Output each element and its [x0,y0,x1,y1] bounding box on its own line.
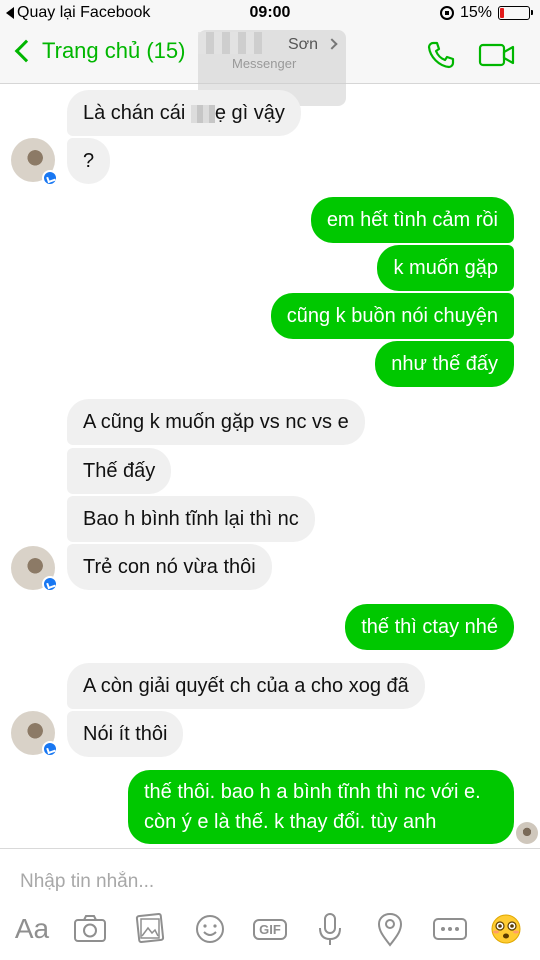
censored-word [190,104,215,123]
microphone-icon[interactable] [312,909,348,949]
message-text: ? [83,150,95,172]
camera-icon[interactable] [72,909,108,949]
text-format-icon[interactable]: Aa [12,909,52,949]
message-input[interactable] [20,867,520,897]
message-text: ẹ gì vậy [214,102,285,124]
gif-icon[interactable]: GIF [252,909,288,949]
outgoing-message[interactable]: thế thôi. bao h a bình tĩnh thì nc với e… [128,770,514,844]
message-text: A còn giải quyết ch của a cho xog đã [83,675,409,697]
aa-label: Aa [14,913,50,944]
message-text: thế thì ctay nhé [361,616,498,638]
incoming-message[interactable]: Trẻ con nó vừa thôi [67,544,272,590]
incoming-message[interactable]: Bao h bình tĩnh lại thì nc [67,496,315,542]
outgoing-message[interactable]: em hết tình cảm rồi [310,197,514,243]
message-text: A cũng k muốn gặp vs nc vs e [83,411,349,433]
message-text: k muốn gặp [393,257,498,279]
gif-label: GIF [253,918,287,940]
photo-icon[interactable] [132,909,168,949]
orientation-lock-icon [439,6,454,20]
incoming-message[interactable]: Thế đấy [67,448,172,494]
composer-toolbar: Aa GIF [0,909,540,951]
outgoing-message[interactable]: k muốn gặp [377,245,514,291]
more-icon[interactable] [432,909,468,949]
messenger-badge-icon [42,576,58,592]
sticker-icon[interactable] [192,909,228,949]
conversation-header: Trang chủ (15) Sơn Messenger [0,28,540,106]
messenger-badge-icon [42,741,58,757]
incoming-message[interactable]: Là chán cái ẹ gì vậy [67,90,301,136]
video-call-icon[interactable] [478,42,516,68]
message-text: cũng k buồn nói chuyện [286,305,498,327]
message-text: Nói ít thôi [83,723,168,745]
emoji-icon[interactable] [488,909,524,949]
phone-call-icon[interactable] [426,40,456,70]
battery-icon [498,6,533,20]
redacted-name [198,32,262,54]
location-icon[interactable] [372,909,408,949]
message-text: còn ý e là thế. k thay đổi. tùy anh [144,811,437,833]
outgoing-message[interactable]: thế thì ctay nhé [345,604,514,650]
message-text: Là chán cái [83,102,186,124]
back-button[interactable]: Trang chủ (15) [14,38,185,64]
chevron-left-icon [14,39,38,63]
back-label: Trang chủ (15) [42,38,186,63]
contact-name: Sơn [288,36,319,53]
message-text: Thế đấy [83,460,156,482]
contact-subtitle: Messenger [232,56,297,71]
read-receipt-avatar [516,822,538,844]
incoming-message[interactable]: A còn giải quyết ch của a cho xog đã [67,663,425,709]
incoming-message[interactable]: ? [67,138,111,184]
incoming-message[interactable]: Nói ít thôi [67,711,184,757]
message-text: Trẻ con nó vừa thôi [83,556,256,578]
status-bar: Quay lại Facebook 09:00 15% [0,0,540,28]
message-list[interactable]: Là chán cái ẹ gì vậy ? em hết tình cảm r… [0,84,540,848]
composer: Aa GIF [0,848,540,960]
outgoing-message[interactable]: cũng k buồn nói chuyện [270,293,514,339]
message-text: Bao h bình tĩnh lại thì nc [83,508,299,530]
battery-percent: 15% [459,4,492,21]
message-text: như thế đấy [391,353,498,375]
message-text: thế thôi. bao h a bình tĩnh thì nc với e… [144,781,481,803]
outgoing-message[interactable]: như thế đấy [375,341,514,387]
incoming-message[interactable]: A cũng k muốn gặp vs nc vs e [67,399,365,445]
messenger-badge-icon [42,170,58,186]
message-text: em hết tình cảm rồi [326,209,498,231]
chevron-right-icon [326,38,338,50]
